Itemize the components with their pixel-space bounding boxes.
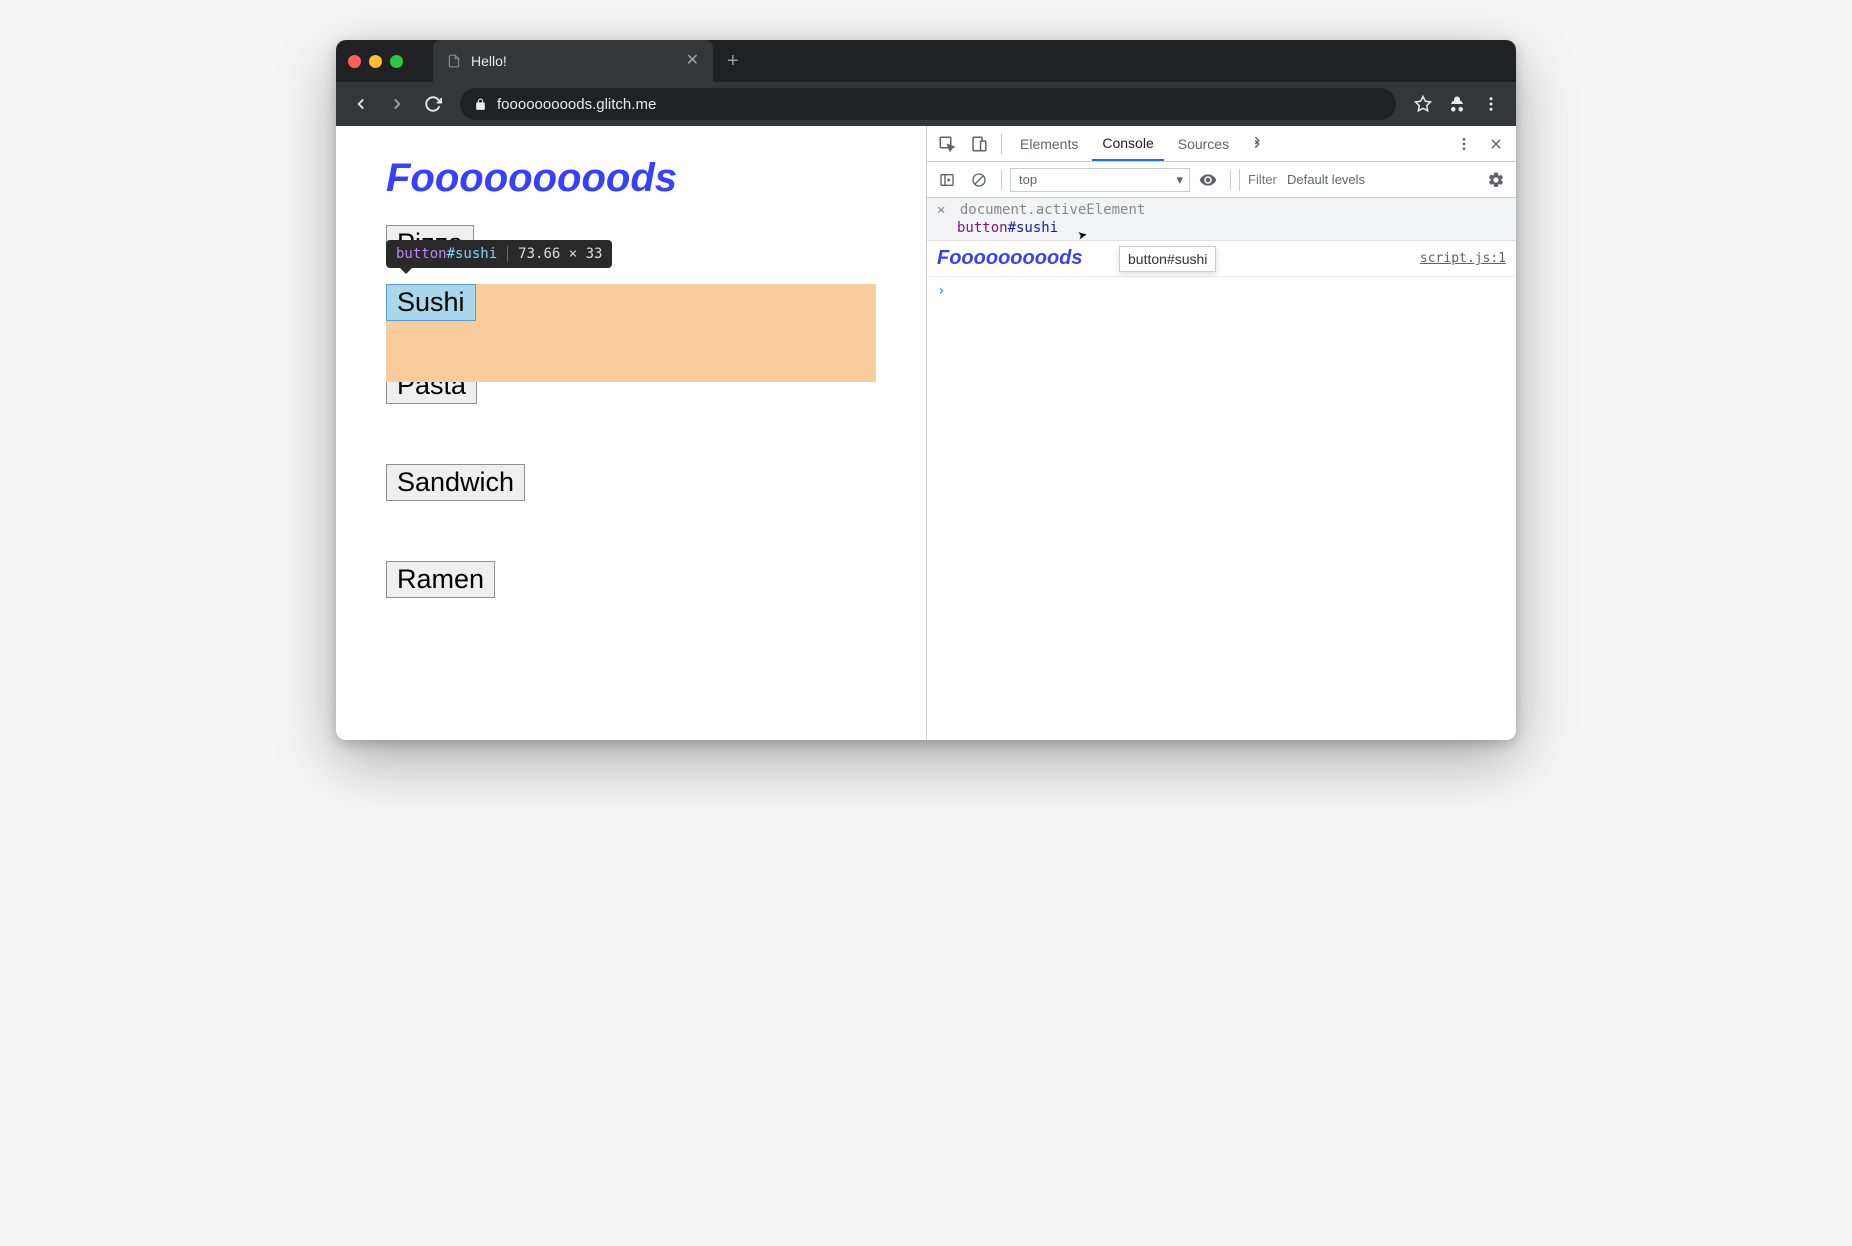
live-expression-text: document.activeElement bbox=[960, 202, 1145, 218]
menu-icon[interactable] bbox=[1476, 89, 1506, 119]
live-expression-row[interactable]: ✕ document.activeElement button#sushi bbox=[927, 198, 1516, 241]
log-levels[interactable]: Default levels bbox=[1287, 172, 1365, 187]
console-sidebar-toggle-icon[interactable] bbox=[933, 166, 961, 194]
inspect-element-icon[interactable] bbox=[933, 130, 961, 158]
log-message: Fooooooooods bbox=[937, 247, 1083, 270]
context-value: top bbox=[1019, 172, 1037, 187]
console-log-row[interactable]: Fooooooooods script.js:1 bbox=[927, 241, 1516, 277]
console-settings-icon[interactable] bbox=[1482, 166, 1510, 194]
bookmark-star-icon[interactable] bbox=[1408, 89, 1438, 119]
back-button[interactable] bbox=[346, 89, 376, 119]
food-button-sandwich[interactable]: Sandwich bbox=[386, 464, 525, 501]
close-window-button[interactable] bbox=[348, 55, 361, 68]
rendered-page: Fooooooooods Pizza button#sushi 73.66 × … bbox=[336, 126, 926, 740]
lock-icon bbox=[474, 98, 487, 111]
minimize-window-button[interactable] bbox=[369, 55, 382, 68]
tab-console[interactable]: Console bbox=[1092, 126, 1163, 161]
incognito-icon[interactable] bbox=[1442, 89, 1472, 119]
new-tab-button[interactable]: + bbox=[727, 50, 739, 73]
clear-console-icon[interactable] bbox=[965, 166, 993, 194]
tooltip-tag: button bbox=[396, 246, 447, 262]
food-button-sushi[interactable]: Sushi bbox=[386, 284, 476, 321]
tab-title: Hello! bbox=[471, 53, 507, 69]
window-controls bbox=[348, 55, 403, 68]
remove-expression-icon[interactable]: ✕ bbox=[937, 202, 945, 218]
toolbar: fooooooooods.glitch.me bbox=[336, 82, 1516, 126]
inspector-tooltip: button#sushi 73.66 × 33 bbox=[386, 240, 612, 268]
console-body: ✕ document.activeElement button#sushi ➤ … bbox=[927, 198, 1516, 740]
food-button-ramen[interactable]: Ramen bbox=[386, 561, 495, 598]
close-tab-icon[interactable]: ✕ bbox=[686, 53, 699, 69]
filter-input[interactable] bbox=[1239, 169, 1283, 191]
address-bar[interactable]: fooooooooods.glitch.me bbox=[460, 88, 1396, 120]
tooltip-id: #sushi bbox=[447, 246, 498, 262]
reload-button[interactable] bbox=[418, 89, 448, 119]
page-icon bbox=[447, 54, 461, 68]
maximize-window-button[interactable] bbox=[390, 55, 403, 68]
console-prompt[interactable]: › bbox=[927, 277, 1516, 305]
titlebar: Hello! ✕ + bbox=[336, 40, 1516, 82]
prompt-chevron-icon: › bbox=[937, 283, 945, 299]
tab-elements[interactable]: Elements bbox=[1010, 126, 1088, 161]
hover-tooltip: button#sushi bbox=[1119, 246, 1216, 272]
live-expression-icon[interactable] bbox=[1194, 166, 1222, 194]
device-toolbar-icon[interactable] bbox=[965, 130, 993, 158]
page-heading: Fooooooooods bbox=[386, 156, 876, 201]
console-toolbar: top Default levels bbox=[927, 162, 1516, 198]
devtools-tabbar: Elements Console Sources bbox=[927, 126, 1516, 162]
devtools-menu-icon[interactable] bbox=[1450, 130, 1478, 158]
devtools-panel: Elements Console Sources bbox=[926, 126, 1516, 740]
url-text: fooooooooods.glitch.me bbox=[497, 96, 656, 113]
live-expression-result[interactable]: button#sushi bbox=[937, 220, 1508, 236]
context-selector[interactable]: top bbox=[1010, 168, 1190, 192]
tab-sources[interactable]: Sources bbox=[1168, 126, 1239, 161]
browser-window: Hello! ✕ + fooooooooods.glitch.me bbox=[336, 40, 1516, 740]
log-source-link[interactable]: script.js:1 bbox=[1420, 251, 1506, 266]
inspected-element-wrapper: button#sushi 73.66 × 33 Sushi bbox=[386, 284, 876, 321]
more-tabs-icon[interactable] bbox=[1243, 130, 1271, 158]
tooltip-dimensions: 73.66 × 33 bbox=[518, 246, 602, 262]
browser-tab[interactable]: Hello! ✕ bbox=[433, 40, 713, 82]
content-area: Fooooooooods Pizza button#sushi 73.66 × … bbox=[336, 126, 1516, 740]
forward-button[interactable] bbox=[382, 89, 412, 119]
devtools-close-icon[interactable] bbox=[1482, 130, 1510, 158]
